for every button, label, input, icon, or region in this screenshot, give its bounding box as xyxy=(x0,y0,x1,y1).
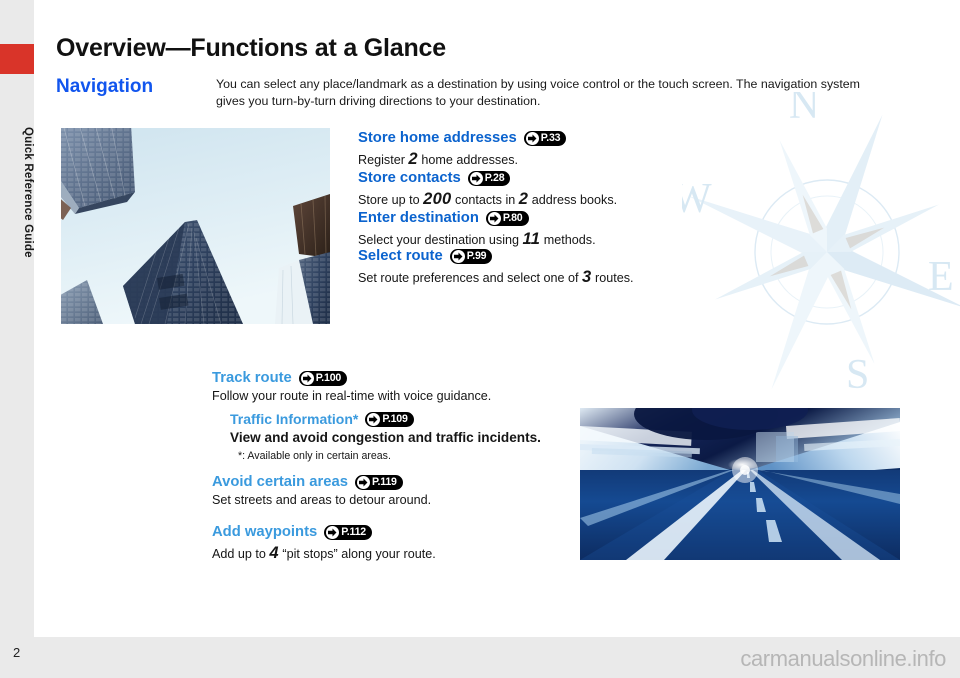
desc-number: 200 xyxy=(423,190,452,209)
document-page: Quick Reference Guide N E S W Overview—F… xyxy=(0,0,960,678)
sidebar-section-tab xyxy=(0,44,34,74)
desc-number: 3 xyxy=(582,268,592,287)
page-title: Overview—Functions at a Glance xyxy=(56,34,446,62)
section-intro-text: You can select any place/landmark as a d… xyxy=(216,77,860,108)
page-number: 2 xyxy=(13,645,21,660)
feature-title: Track route xyxy=(212,370,292,386)
desc-number: 11 xyxy=(522,230,541,249)
feature-description: Set streets and areas to detour around. xyxy=(212,493,432,508)
desc-post: home addresses. xyxy=(417,153,518,168)
page-reference-badge[interactable]: P.80 xyxy=(485,210,529,226)
right-arrow-icon xyxy=(469,171,483,185)
feature-add-waypoints: Add waypoints P.112 Add up to 4 “pit sto… xyxy=(212,524,436,564)
right-arrow-icon xyxy=(525,131,539,145)
compass-rose-watermark: N E S W xyxy=(682,92,960,398)
page-reference-badge[interactable]: P.33 xyxy=(523,130,567,146)
desc-number: 4 xyxy=(269,544,279,563)
page-reference-badge[interactable]: P.99 xyxy=(449,248,493,264)
page-content: N E S W Overview—Functions at a Glance N… xyxy=(34,0,960,637)
feature-description: View and avoid congestion and traffic in… xyxy=(230,430,541,446)
feature-enter-destination: Enter destination P.80 Select your desti… xyxy=(358,210,596,250)
compass-south-label: S xyxy=(846,352,869,398)
page-reference-text: P.109 xyxy=(382,413,408,426)
feature-description: Select your destination using 11 methods… xyxy=(358,229,596,250)
feature-description: Register 2 home addresses. xyxy=(358,149,566,170)
page-reference-text: P.80 xyxy=(502,211,523,224)
page-reference-text: P.112 xyxy=(341,525,366,538)
feature-store-home-addresses: Store home addresses P.33 Register 2 hom… xyxy=(358,130,567,170)
feature-heading: Enter destination P.80 xyxy=(358,210,596,226)
feature-title: Enter destination xyxy=(358,210,479,226)
page-reference-badge[interactable]: P.28 xyxy=(467,170,511,186)
feature-heading: Track route P.100 xyxy=(212,370,491,386)
page-reference-badge[interactable]: P.112 xyxy=(324,524,372,540)
tunnel-road-photo xyxy=(580,408,900,560)
feature-title: Select route xyxy=(358,248,443,264)
feature-description: Store up to 200 contacts in 2 address bo… xyxy=(358,189,617,210)
feature-avoid-certain-areas: Avoid certain areas P.119 Set streets an… xyxy=(212,474,431,509)
feature-heading: Add waypoints P.112 xyxy=(212,524,436,540)
feature-select-route: Select route P.99 Set route preferences … xyxy=(358,248,634,288)
feature-track-route: Track route P.100 Follow your route in r… xyxy=(212,370,491,405)
feature-title: Store contacts xyxy=(358,170,461,186)
right-arrow-icon xyxy=(451,249,465,263)
feature-title: Traffic Information* xyxy=(230,411,359,427)
desc-post: methods. xyxy=(540,233,596,248)
feature-store-contacts: Store contacts P.28 Store up to 200 cont… xyxy=(358,170,617,210)
compass-east-label: E xyxy=(928,254,954,300)
desc-pre: Set route preferences and select one of xyxy=(358,271,583,286)
page-reference-badge[interactable]: P.119 xyxy=(354,474,403,490)
desc-number-2: 2 xyxy=(518,190,529,209)
desc-pre: Store up to xyxy=(358,193,424,208)
feature-title: Store home addresses xyxy=(358,130,517,146)
buildings-photo xyxy=(61,128,330,324)
feature-title: Add waypoints xyxy=(212,524,318,540)
page-reference-text: P.99 xyxy=(466,249,487,262)
page-reference-text: P.119 xyxy=(371,475,397,488)
page-reference-badge[interactable]: P.109 xyxy=(365,412,414,428)
feature-description: Set route preferences and select one of … xyxy=(358,267,634,288)
section-title-navigation: Navigation xyxy=(56,76,154,97)
site-watermark: carmanualsonline.info xyxy=(740,646,946,671)
right-arrow-icon xyxy=(326,525,340,539)
desc-post: routes. xyxy=(591,271,634,286)
right-arrow-icon xyxy=(300,371,314,385)
right-arrow-icon xyxy=(487,211,501,225)
feature-heading: Store contacts P.28 xyxy=(358,170,617,186)
page-reference-text: P.28 xyxy=(484,171,505,184)
feature-heading: Store home addresses P.33 xyxy=(358,130,567,146)
desc-mid: contacts in xyxy=(451,193,519,208)
feature-heading: Avoid certain areas P.119 xyxy=(212,474,431,490)
sidebar-label: Quick Reference Guide xyxy=(22,126,34,258)
feature-traffic-information: Traffic Information* P.109 View and avoi… xyxy=(230,411,541,463)
feature-description: Add up to 4 “pit stops” along your route… xyxy=(212,543,436,564)
page-reference-badge[interactable]: P.100 xyxy=(298,370,348,386)
page-reference-text: P.33 xyxy=(540,131,561,144)
desc-post: address books. xyxy=(528,193,618,208)
page-reference-text: P.100 xyxy=(315,371,342,384)
feature-heading: Traffic Information* P.109 xyxy=(230,411,541,428)
desc-pre: Register xyxy=(358,153,409,168)
feature-heading: Select route P.99 xyxy=(358,248,634,264)
desc-pre: Select your destination using xyxy=(358,233,523,248)
compass-west-label: W xyxy=(682,176,712,222)
feature-title: Avoid certain areas xyxy=(212,474,348,490)
desc-post: “pit stops” along your route. xyxy=(278,547,436,562)
right-arrow-icon xyxy=(356,475,370,489)
feature-footnote: *: Available only in certain areas. xyxy=(238,450,391,463)
feature-description: Follow your route in real-time with voic… xyxy=(212,389,492,404)
desc-number: 2 xyxy=(408,150,418,169)
desc-pre: Add up to xyxy=(212,547,270,562)
right-arrow-icon xyxy=(367,413,381,427)
